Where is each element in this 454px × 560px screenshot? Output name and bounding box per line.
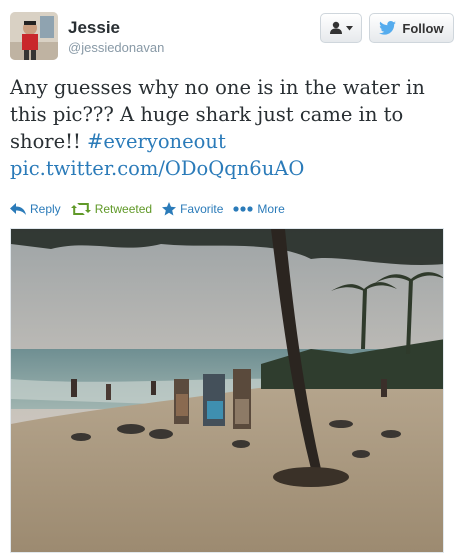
avatar[interactable] [10,12,58,60]
tweet-actions: Reply Retweeted Favorite More [10,199,295,219]
reply-action[interactable]: Reply [10,202,61,216]
retweet-action[interactable]: Retweeted [70,202,153,216]
more-dots-icon [233,206,254,212]
tweet-text: Any guesses why no one is in the water i… [10,74,440,182]
favorite-action[interactable]: Favorite [162,202,223,216]
user-actions-dropdown[interactable] [320,13,362,43]
reply-label: Reply [30,202,61,216]
reply-icon [10,203,26,215]
user-fullname[interactable]: Jessie [68,18,164,38]
hashtag-link[interactable]: #everyoneout [87,130,226,153]
more-label: More [257,202,285,216]
tweet-header: Jessie @jessiedonavan Follow [10,10,454,64]
retweeted-label: Retweeted [94,202,153,216]
tweet-photo[interactable] [10,228,444,553]
favorite-label: Favorite [180,202,224,216]
star-icon [162,202,177,216]
media-link[interactable]: pic.twitter.com/ODoQqn6uAO [10,157,304,180]
user-names: Jessie @jessiedonavan [68,18,164,57]
follow-label: Follow [402,20,444,36]
caret-down-icon [346,25,353,30]
user-icon [330,21,342,34]
retweet-icon [70,203,91,215]
user-handle[interactable]: @jessiedonavan [68,39,164,57]
twitter-bird-icon [379,21,397,35]
follow-button[interactable]: Follow [369,13,454,43]
more-action[interactable]: More [233,202,285,216]
